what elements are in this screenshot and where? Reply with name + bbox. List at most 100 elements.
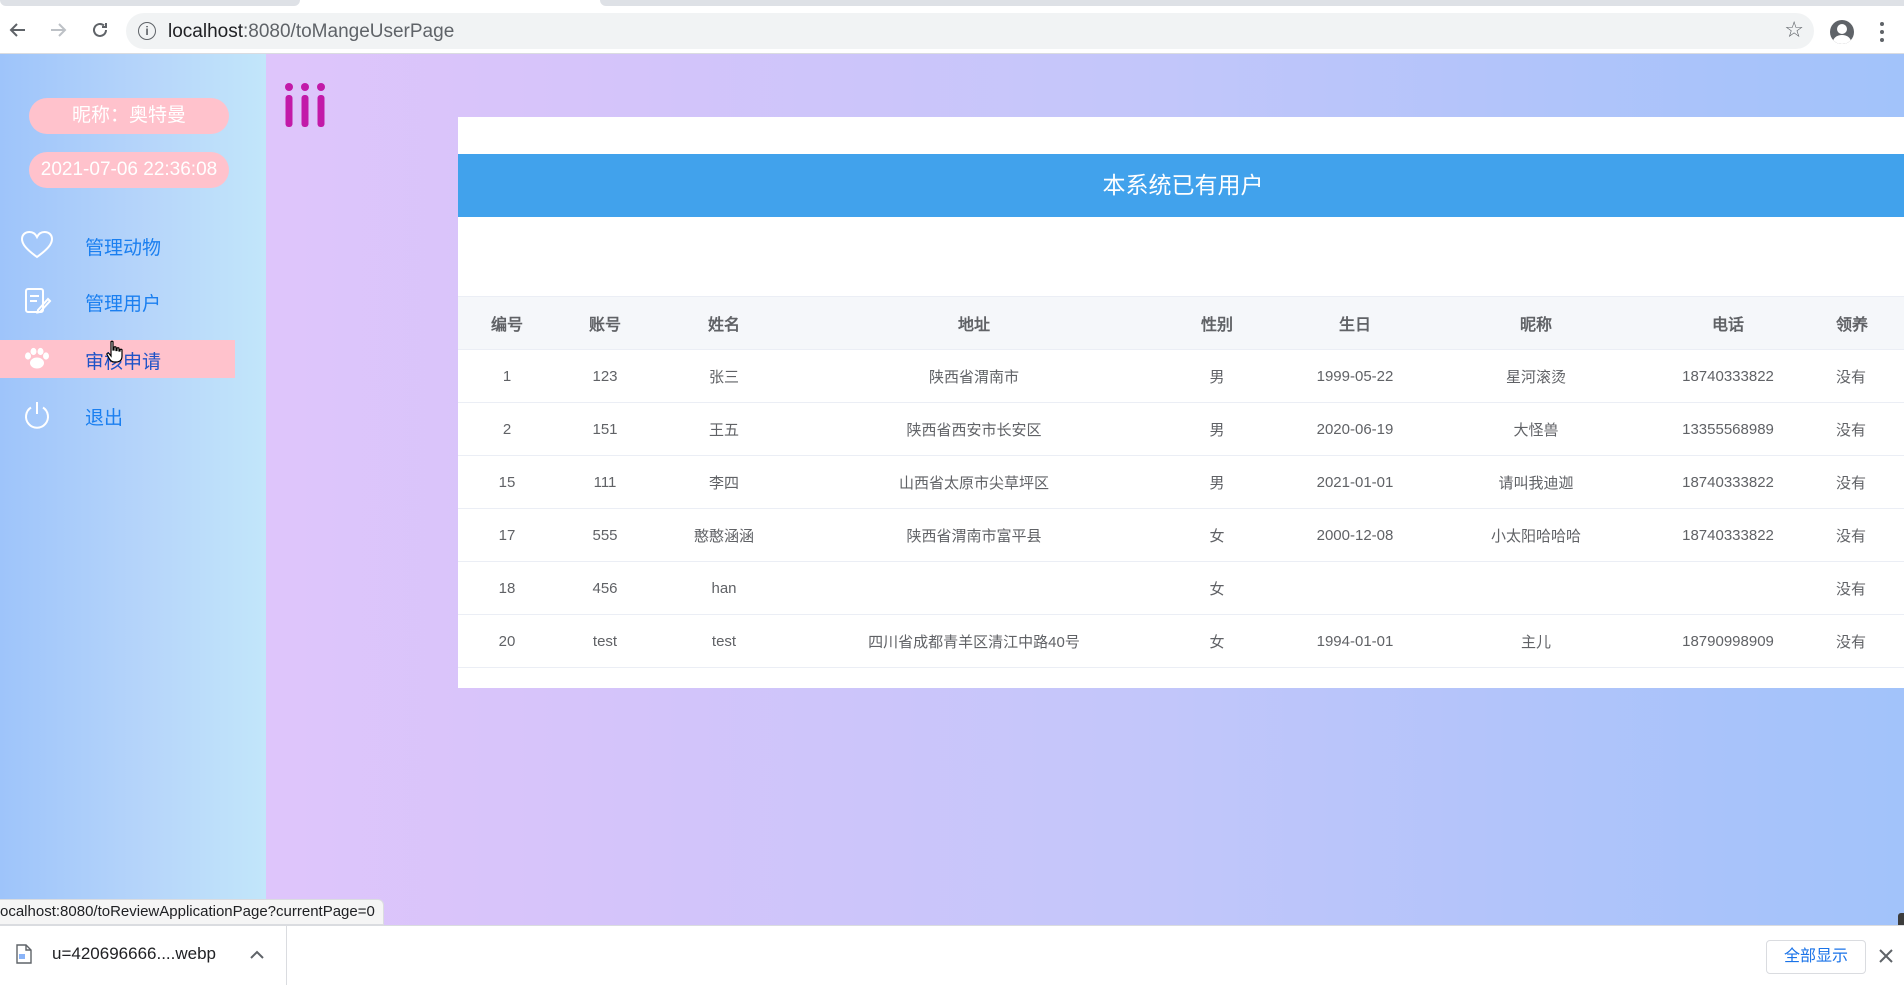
cell-gender: 女 [1209,580,1225,598]
table-row[interactable]: 15 111 李四 山西省太原市尖草坪区 男 2021-01-01 请叫我迪迦 … [458,456,1904,509]
reload-button[interactable] [86,16,114,44]
cell-id: 2 [502,420,512,438]
cell-phone: 18740333822 [1682,526,1774,544]
cell-phone: 18740333822 [1682,367,1774,385]
back-button[interactable] [4,16,32,44]
cell-birthday: 2000-12-08 [1316,526,1394,544]
cell-gender: 女 [1209,527,1225,545]
cell-birthday: 2020-06-19 [1316,420,1394,438]
column-header[interactable]: 地址 [794,297,1154,349]
cell-account: 111 [593,473,617,491]
tab[interactable] [0,0,300,6]
sidebar: 昵称：奥特曼 2021-07-06 22:36:08 管理动物 管理用户 审核申… [0,54,266,925]
table-row[interactable]: 17 555 憨憨涵涵 陕西省渭南市富平县 女 2000-12-08 小太阳哈哈… [458,509,1904,562]
profile-avatar-icon[interactable] [1830,20,1854,44]
column-header[interactable]: 昵称 [1430,297,1642,349]
hand-cursor-icon [106,340,123,363]
paw-icon [20,343,54,375]
cell-account: 555 [592,526,618,544]
edit-document-icon [20,285,54,317]
column-header[interactable]: 性别 [1154,297,1280,349]
cell-address: 陕西省西安市长安区 [906,421,1042,439]
cell-phone: 18790998909 [1682,632,1774,650]
cell-id: 18 [498,579,516,597]
cell-birthday: 1994-01-01 [1316,632,1394,650]
power-icon [20,399,54,431]
cell-address: 陕西省渭南市 [928,368,1019,386]
cell-name: 憨憨涵涵 [693,527,754,545]
cell-name: test [711,632,737,650]
heart-icon [20,229,54,261]
download-file-name: u=420696666....webp [52,944,217,963]
browser-menu-icon[interactable] [1872,20,1892,44]
cell-adoption: 没有 [1836,580,1867,598]
site-info-icon[interactable]: i [138,22,156,40]
sidebar-item-manage-animals[interactable]: 管理动物 [0,226,235,264]
cell-id: 20 [498,632,516,650]
cell-adoption: 没有 [1836,527,1867,545]
cell-address: 四川省成都青羊区清江中路40号 [868,633,1080,651]
table-row[interactable]: 18 456 han 女 没有 [458,562,1904,615]
column-header[interactable]: 账号 [556,297,654,349]
sidebar-item-label: 管理用户 [85,294,162,315]
reload-icon [93,22,107,37]
chevron-up-icon[interactable] [248,946,266,964]
show-all-downloads-button[interactable]: 全部显示 [1766,940,1866,974]
cell-account: 123 [592,367,618,385]
cell-name: han [711,579,737,597]
cell-name: 王五 [708,421,739,439]
table-row[interactable]: 1 123 张三 陕西省渭南市 男 1999-05-22 星河滚烫 187403… [458,350,1904,403]
table-row[interactable]: 2 151 王五 陕西省西安市长安区 男 2020-06-19 大怪兽 1335… [458,403,1904,456]
cell-adoption: 没有 [1836,368,1867,386]
close-icon[interactable] [1876,946,1896,966]
cell-adoption: 没有 [1836,474,1867,492]
cell-nickname: 小太阳哈哈哈 [1490,527,1581,545]
cell-phone: 13355568989 [1682,420,1774,438]
column-header[interactable]: 电话 [1642,297,1814,349]
cell-gender: 男 [1209,368,1225,386]
cell-gender: 女 [1209,633,1225,651]
cell-account: 151 [592,420,618,438]
arrow-left-icon [9,23,25,37]
column-header[interactable]: 生日 [1280,297,1430,349]
url-host: localhost [168,21,243,42]
sidebar-item-logout[interactable]: 退出 [0,396,235,434]
column-header[interactable]: 编号 [458,297,556,349]
cell-birthday [1280,562,1430,614]
cell-birthday: 1999-05-22 [1316,367,1394,385]
logo-icon [285,83,325,127]
cell-id: 15 [498,473,516,491]
download-shelf: u=420696666....webp 全部显示 [0,925,1904,985]
bookmark-star-icon[interactable]: ☆ [1784,17,1804,43]
url-path: :8080/toMangeUserPage [243,21,455,42]
cell-adoption: 没有 [1836,633,1867,651]
arrow-right-icon [51,23,67,37]
table-row[interactable]: 20 test test 四川省成都青羊区清江中路40号 女 1994-01-0… [458,615,1904,668]
download-item[interactable]: u=420696666....webp [0,926,287,985]
forward-button[interactable] [44,16,72,44]
table-header-row: 编号 账号 姓名 地址 性别 生日 昵称 电话 领养 [458,296,1904,350]
cell-nickname [1430,562,1642,614]
browser-toolbar: i localhost:8080/toMangeUserPage ☆ [0,8,1904,54]
cell-id: 1 [502,367,512,385]
cell-gender: 男 [1209,474,1225,492]
cell-account: test [592,632,618,650]
cell-address: 陕西省渭南市富平县 [906,527,1042,545]
users-card: 本系统已有用户 编号 账号 姓名 地址 性别 生日 昵称 电话 领养 1 123… [458,117,1904,688]
cell-address: 山西省太原市尖草坪区 [898,474,1049,492]
file-icon [16,944,32,964]
sidebar-item-label: 退出 [85,408,124,429]
cell-name: 张三 [708,368,739,386]
page-viewport: 昵称：奥特曼 2021-07-06 22:36:08 管理动物 管理用户 审核申… [0,54,1904,925]
cell-nickname: 主儿 [1520,633,1551,651]
tab-strip-background [600,0,1904,6]
sidebar-item-manage-users[interactable]: 管理用户 [0,282,235,320]
column-header[interactable]: 领养 [1814,297,1904,349]
address-bar[interactable]: i localhost:8080/toMangeUserPage ☆ [126,13,1814,49]
scrollbar-thumb[interactable] [1898,913,1904,925]
cell-gender: 男 [1209,421,1225,439]
column-header[interactable]: 姓名 [654,297,794,349]
url-text[interactable]: localhost:8080/toMangeUserPage [168,21,454,43]
users-table: 编号 账号 姓名 地址 性别 生日 昵称 电话 领养 1 123 张三 陕西省渭… [458,296,1904,668]
cell-nickname: 请叫我迪迦 [1498,474,1574,492]
